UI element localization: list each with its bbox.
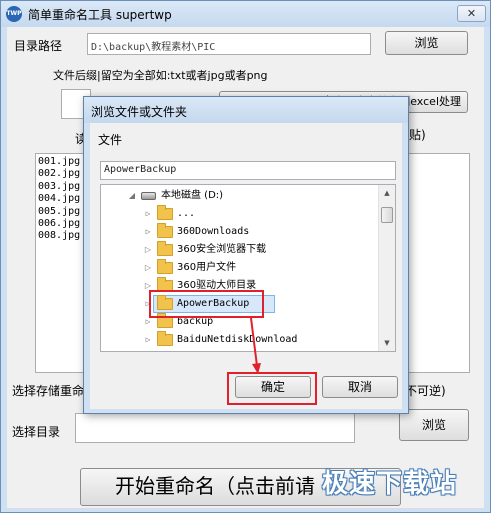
app-icon: TWP bbox=[6, 6, 22, 22]
scroll-thumb[interactable] bbox=[381, 207, 393, 223]
drive-icon bbox=[141, 192, 156, 200]
window-title: 简单重命名工具 supertwp bbox=[28, 8, 172, 22]
tree-item-label: 360Downloads bbox=[177, 226, 250, 237]
close-button[interactable]: ✕ bbox=[457, 5, 486, 22]
scroll-up-icon[interactable]: ▲ bbox=[379, 185, 395, 201]
dir-path-label: 目录路径 bbox=[14, 39, 63, 53]
select-dir-label: 选择目录 bbox=[12, 425, 61, 439]
dir-path-input[interactable]: D:\backup\教程素材\PIC bbox=[87, 33, 371, 55]
irreversible-label: 不可逆) bbox=[405, 384, 446, 398]
tree-item[interactable]: ▷ 360Downloads bbox=[101, 223, 376, 241]
collapsed-arrow-icon[interactable]: ▷ bbox=[143, 259, 153, 277]
collapsed-arrow-icon[interactable]: ▷ bbox=[143, 223, 153, 241]
expanded-arrow-icon[interactable]: ◢ bbox=[127, 187, 137, 205]
tree-item-label: ... bbox=[177, 208, 196, 219]
tree-item-label: 360安全浏览器下载 bbox=[177, 244, 267, 255]
collapsed-arrow-icon[interactable]: ▷ bbox=[143, 205, 153, 223]
tree-item[interactable]: ▷ BaiduNetdiskDownload bbox=[101, 331, 376, 349]
watermark-text: 极速下载站 bbox=[322, 469, 458, 499]
cancel-button[interactable]: 取消 bbox=[322, 376, 398, 398]
browse-dir-button[interactable]: 浏览 bbox=[385, 31, 468, 55]
highlight-arrow-icon bbox=[250, 318, 261, 374]
folder-name-input[interactable]: ApowerBackup bbox=[100, 161, 396, 180]
folder-label: 文件 bbox=[98, 133, 123, 147]
partial-right-label: 贴) bbox=[409, 128, 426, 142]
result-list[interactable] bbox=[407, 153, 470, 373]
browse-folder-dialog: 浏览文件或文件夹 文件 ApowerBackup ◢ 本地磁盘 (D:) ▷ .… bbox=[83, 96, 409, 414]
folder-icon bbox=[157, 241, 173, 256]
title-bar: TWP 简单重命名工具 supertwp ✕ bbox=[1, 1, 490, 27]
dialog-title: 浏览文件或文件夹 bbox=[91, 105, 188, 119]
tree-item[interactable]: ▷ ... bbox=[101, 205, 376, 223]
tree-item-label: 本地磁盘 (D:) bbox=[161, 190, 224, 201]
scroll-down-icon[interactable]: ▼ bbox=[379, 335, 395, 351]
suffix-hint-label: 文件后缀|留空为全部如:txt或者jpg或者png bbox=[53, 69, 268, 82]
tree-item-label: 360用户文件 bbox=[177, 262, 237, 273]
folder-icon bbox=[157, 223, 173, 238]
browse-save-button[interactable]: 浏览 bbox=[399, 409, 469, 441]
dialog-title-bar: 浏览文件或文件夹 bbox=[84, 97, 408, 123]
tree-item[interactable]: ▷ 360安全浏览器下载 bbox=[101, 241, 376, 259]
collapsed-arrow-icon[interactable]: ▷ bbox=[143, 331, 153, 349]
tree-item[interactable]: ▷ 360用户文件 bbox=[101, 259, 376, 277]
dialog-client-area: 文件 ApowerBackup ◢ 本地磁盘 (D:) ▷ ... ▷ 360D… bbox=[90, 123, 402, 409]
select-dir-input[interactable] bbox=[75, 413, 355, 443]
tree-item-drive[interactable]: ◢ 本地磁盘 (D:) bbox=[101, 187, 376, 205]
highlight-box-ok bbox=[227, 372, 317, 405]
folder-icon bbox=[157, 259, 173, 274]
save-naming-label: 选择存储重命 bbox=[12, 384, 85, 398]
highlight-box-folder bbox=[149, 290, 264, 318]
folder-icon bbox=[157, 205, 173, 220]
tree-scrollbar[interactable]: ▲ ▼ bbox=[378, 185, 395, 351]
tree-item-label: BaiduNetdiskDownload bbox=[177, 334, 298, 345]
collapsed-arrow-icon[interactable]: ▷ bbox=[143, 241, 153, 259]
folder-icon bbox=[157, 331, 173, 346]
